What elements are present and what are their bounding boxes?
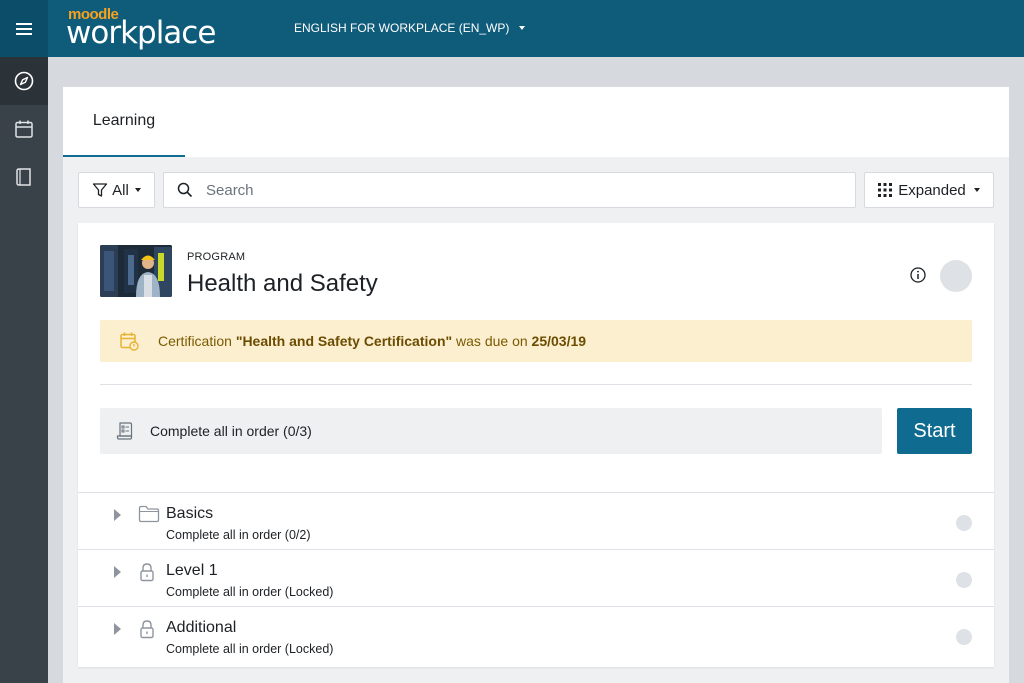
logo-workplace-text: workplace — [66, 15, 216, 51]
list-item-additional[interactable]: Additional Complete all in order (Locked… — [78, 606, 994, 663]
hamburger-icon — [16, 22, 32, 35]
info-button[interactable] — [910, 267, 926, 288]
tenant-label: ENGLISH FOR WORKPLACE (EN_WP) — [294, 21, 510, 35]
view-mode-dropdown-button[interactable]: Expanded — [864, 172, 994, 208]
program-thumbnail[interactable] — [100, 245, 172, 297]
completion-text: Complete all in order (0/3) — [150, 423, 312, 439]
completion-criteria-bar: Complete all in order (0/3) — [100, 408, 882, 454]
hamburger-menu-button[interactable] — [0, 0, 48, 57]
filter-row: All Expanded — [78, 172, 994, 208]
view-mode-label: Expanded — [898, 181, 966, 199]
filter-label: All — [112, 181, 129, 199]
rail-item-calendar[interactable] — [0, 105, 48, 153]
checklist-icon — [100, 421, 150, 441]
folder-icon — [138, 505, 160, 528]
progress-status-indicator — [940, 260, 972, 292]
alert-certification-name: "Health and Safety Certification" — [235, 333, 453, 349]
main-card: Learning All Expanded — [63, 87, 1009, 683]
item-status-indicator — [956, 515, 972, 531]
filter-dropdown-button[interactable]: All — [78, 172, 155, 208]
compass-icon — [14, 71, 34, 91]
grid-icon — [878, 183, 893, 197]
expand-arrow-icon[interactable] — [114, 509, 121, 521]
alert-due-date: 25/03/19 — [531, 333, 587, 349]
lock-icon — [138, 619, 156, 644]
info-icon — [910, 267, 926, 283]
item-title: Basics — [166, 505, 214, 522]
program-type-label: PROGRAM — [187, 251, 246, 263]
program-items-list: Basics Complete all in order (0/2) Level… — [78, 492, 994, 663]
start-button[interactable]: Start — [897, 408, 972, 454]
divider — [100, 384, 972, 385]
item-status-indicator — [956, 572, 972, 588]
calendar-alert-icon — [100, 331, 158, 351]
alert-middle: was due on — [452, 333, 532, 349]
alert-prefix: Certification — [158, 333, 236, 349]
item-title: Additional — [166, 619, 237, 636]
tab-bar: Learning — [63, 87, 1009, 157]
search-box — [163, 172, 856, 208]
calendar-icon — [15, 120, 33, 138]
item-subtitle: Complete all in order (Locked) — [166, 585, 334, 599]
rail-item-learning[interactable] — [0, 57, 48, 105]
item-subtitle: Complete all in order (0/2) — [166, 528, 311, 542]
tab-learning[interactable]: Learning — [63, 87, 185, 157]
expand-arrow-icon[interactable] — [114, 566, 121, 578]
chevron-down-icon — [519, 26, 526, 30]
book-icon — [16, 168, 31, 186]
top-navbar: moodle workplace ENGLISH FOR WORKPLACE (… — [0, 0, 1024, 57]
filter-icon — [93, 183, 108, 197]
program-title[interactable]: Health and Safety — [187, 270, 378, 298]
certification-alert: Certification "Health and Safety Certifi… — [100, 320, 972, 362]
chevron-down-icon — [973, 188, 980, 192]
program-card: PROGRAM Health and Safety Certification … — [78, 223, 994, 667]
expand-arrow-icon[interactable] — [114, 623, 121, 635]
tenant-selector[interactable]: ENGLISH FOR WORKPLACE (EN_WP) — [294, 21, 526, 35]
search-input[interactable] — [206, 181, 855, 199]
rail-item-book[interactable] — [0, 153, 48, 201]
list-item-level-1[interactable]: Level 1 Complete all in order (Locked) — [78, 549, 994, 606]
search-icon — [164, 182, 206, 198]
list-item-basics[interactable]: Basics Complete all in order (0/2) — [78, 492, 994, 549]
item-subtitle: Complete all in order (Locked) — [166, 642, 334, 656]
item-title: Level 1 — [166, 562, 218, 579]
lock-icon — [138, 562, 156, 587]
chevron-down-icon — [134, 188, 141, 192]
left-rail — [0, 57, 48, 683]
item-status-indicator — [956, 629, 972, 645]
